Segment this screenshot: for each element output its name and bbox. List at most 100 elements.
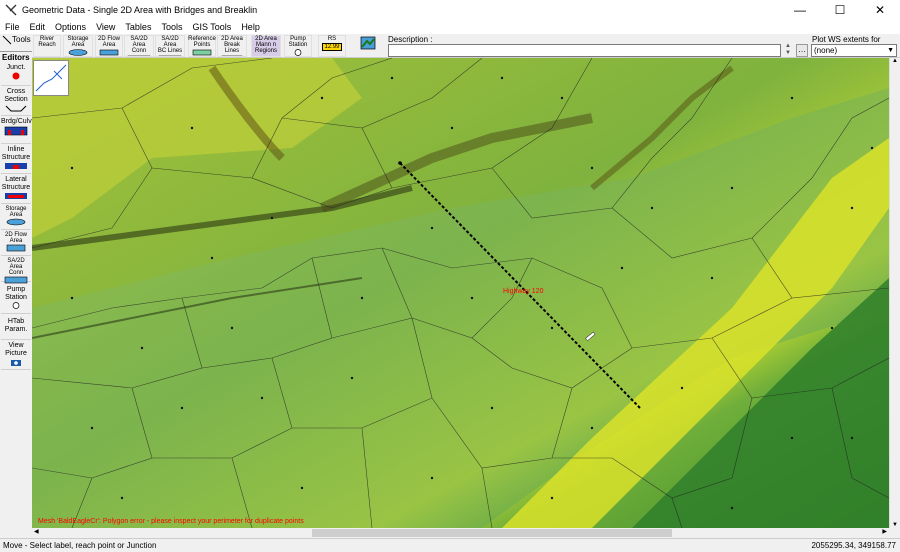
description-spinner-icon[interactable]: ▲ ▼ — [782, 43, 794, 57]
sa-2d-conn-icon — [4, 276, 28, 284]
sidebar-item-label: Cross Section — [4, 88, 28, 103]
2d-flow-area-button[interactable]: 2D Flow Area — [95, 35, 123, 57]
sidebar-item-pump-station[interactable]: Pump Station — [1, 286, 31, 314]
sidebar-item-label: Pump Station — [5, 286, 27, 301]
horizontal-scrollbar[interactable]: ◀ ▶ — [32, 528, 889, 538]
storage-area-label: Storage Area — [67, 36, 89, 48]
highway-label[interactable]: Highway 120 — [503, 288, 543, 295]
scroll-right-icon[interactable]: ▶ — [882, 528, 887, 535]
menu-gis-tools[interactable]: GIS Tools — [187, 22, 236, 32]
bridge-icon — [4, 126, 28, 136]
sa-2d-bc-lines-label: SA/2D Area BC Lines — [157, 36, 183, 54]
sidebar-item-htab-param[interactable]: HTab Param. — [1, 318, 31, 340]
rs-value: 12.99 — [322, 43, 342, 51]
sidebar-item-label: Inline Structure — [1, 146, 31, 161]
sidebar-item-label: View Picture — [5, 342, 27, 357]
description-more-button[interactable]: … — [796, 44, 808, 57]
tab-editors-label: Editors — [2, 53, 30, 62]
sidebar-item-view-picture[interactable]: View Picture — [1, 342, 31, 370]
reference-points-icon — [192, 49, 212, 56]
sidebar-item-label: Brdg/Culv — [1, 118, 32, 125]
window-title: Geometric Data - Single 2D Area with Bri… — [22, 5, 258, 15]
description-input[interactable] — [388, 44, 781, 57]
river-reach-label: River Reach — [38, 36, 56, 48]
sidebar-item-junction[interactable]: Junct. — [1, 64, 31, 86]
scroll-up-icon[interactable]: ▲ — [890, 58, 900, 64]
menu-bar: File Edit Options View Tables Tools GIS … — [0, 20, 900, 34]
sidebar-item-cross-section[interactable]: Cross Section — [1, 88, 31, 116]
minimize-icon[interactable]: — — [780, 0, 820, 20]
lateral-structure-icon — [5, 193, 27, 199]
map-layers-button[interactable] — [358, 35, 378, 57]
bc-lines-icon — [158, 55, 182, 56]
menu-options[interactable]: Options — [50, 22, 91, 32]
close-icon[interactable]: ✕ — [860, 0, 900, 20]
pump-icon — [294, 49, 302, 56]
sidebar-item-label: 2D Flow Area — [4, 232, 27, 244]
menu-help[interactable]: Help — [236, 22, 265, 32]
map-layers-icon — [360, 36, 376, 50]
menu-edit[interactable]: Edit — [25, 22, 51, 32]
scroll-down-icon[interactable]: ▼ — [890, 522, 900, 528]
geometry-map-canvas[interactable]: Highway 120 Mesh 'BaldEagleCr': Polygon … — [32, 58, 889, 528]
break-lines-icon — [221, 55, 243, 56]
pump-station-button[interactable]: Pump Station — [284, 35, 312, 57]
pump-icon — [12, 302, 20, 309]
vertical-scrollbar[interactable]: ▲ ▼ — [889, 58, 900, 528]
error-message: Mesh 'BaldEagleCr': Polygon error - plea… — [38, 518, 304, 525]
maximize-icon[interactable]: ☐ — [820, 0, 860, 20]
reference-points-button[interactable]: Reference Points — [188, 35, 216, 57]
break-lines-button[interactable]: 2D Area Break Lines — [217, 35, 247, 57]
sidebar-item-label: Lateral Structure — [1, 176, 31, 191]
rs-label: RS — [327, 36, 337, 42]
storage-area-icon — [6, 218, 26, 226]
editor-sidebar: Tools Editors Junct. Cross Section Brdg/… — [0, 34, 32, 538]
menu-file[interactable]: File — [0, 22, 25, 32]
tab-tools-label: Tools — [12, 35, 31, 44]
sidebar-item-label: Junct. — [6, 64, 26, 71]
river-reach-button[interactable]: River Reach — [33, 35, 61, 57]
status-bar: Move - Select label, reach point or Junc… — [0, 538, 900, 552]
2d-flow-area-icon — [99, 49, 119, 56]
sidebar-item-inline-structure[interactable]: Inline Structure — [1, 146, 31, 174]
menu-tables[interactable]: Tables — [120, 22, 156, 32]
sa-2d-conn-label: SA/2D Area Conn — [130, 36, 148, 54]
title-bar: Geometric Data - Single 2D Area with Bri… — [0, 0, 900, 20]
status-text: Move - Select label, reach point or Junc… — [3, 541, 157, 550]
app-icon — [5, 4, 17, 16]
storage-area-icon — [68, 49, 88, 56]
description-label: Description : — [388, 35, 433, 44]
rs-button[interactable]: RS 12.99 — [318, 35, 346, 57]
sidebar-item-storage-area[interactable]: Storage Area — [1, 206, 31, 230]
plot-ws-value: (none) — [814, 46, 838, 55]
sa-2d-conn-button[interactable]: SA/2D Area Conn — [124, 35, 154, 57]
sidebar-item-lateral-structure[interactable]: Lateral Structure — [1, 176, 31, 204]
tab-tools[interactable]: Tools — [0, 34, 32, 52]
overview-icon — [35, 64, 67, 92]
junction-icon — [12, 72, 20, 80]
sidebar-item-bridge-culvert[interactable]: Brdg/Culv — [1, 118, 32, 144]
chevron-down-icon: ▼ — [887, 47, 894, 54]
sidebar-item-label: SA/2D Area Conn — [7, 258, 25, 276]
2d-flow-area-icon — [6, 244, 26, 252]
menu-view[interactable]: View — [91, 22, 120, 32]
terrain-map[interactable] — [32, 58, 889, 528]
camera-icon — [11, 360, 21, 366]
reference-points-label: Reference Points — [188, 36, 216, 48]
sidebar-item-2d-flow-area[interactable]: 2D Flow Area — [1, 232, 31, 256]
sidebar-item-label: Storage Area — [5, 206, 27, 218]
map-overview[interactable] — [33, 60, 69, 96]
pump-station-label: Pump Station — [288, 36, 308, 48]
sidebar-item-sa-2d-conn[interactable]: SA/2D Area Conn — [1, 258, 31, 284]
inline-structure-icon — [5, 163, 27, 169]
scroll-left-icon[interactable]: ◀ — [34, 528, 39, 535]
tab-editors[interactable]: Editors — [0, 53, 32, 63]
plot-ws-select[interactable]: (none) ▼ — [811, 44, 897, 57]
sa-2d-bc-lines-button[interactable]: SA/2D Area BC Lines — [155, 35, 185, 57]
storage-area-button[interactable]: Storage Area — [63, 35, 93, 57]
menu-tools[interactable]: Tools — [156, 22, 187, 32]
mann-n-regions-button[interactable]: 2D Area Mann n Regions — [251, 35, 281, 57]
2d-flow-area-label: 2D Flow Area — [97, 36, 120, 48]
scroll-thumb[interactable] — [312, 529, 672, 537]
sa-2d-conn-icon — [127, 55, 151, 56]
